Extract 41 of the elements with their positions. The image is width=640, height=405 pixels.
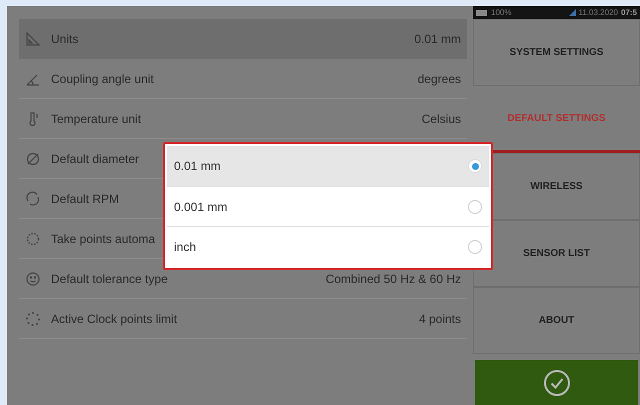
clock-dots-icon <box>25 310 41 326</box>
setting-label: Take points automa <box>51 230 156 248</box>
setting-label: Coupling angle unit <box>51 70 154 88</box>
check-circle-icon <box>542 368 570 396</box>
setting-value: 0.01 mm <box>414 31 461 48</box>
setting-label: Default tolerance type <box>51 270 168 288</box>
dropdown-option[interactable]: 0.01 mm <box>167 146 489 186</box>
radio-button[interactable] <box>468 200 482 214</box>
signal-icon <box>568 9 576 16</box>
setting-label: Default RPM <box>51 190 120 208</box>
status-date: 11.03.2020 <box>578 6 618 18</box>
battery-level: 100% <box>491 6 512 18</box>
setting-row[interactable]: Units 0.01 mm <box>19 19 467 59</box>
radio-button[interactable] <box>468 240 482 254</box>
setting-label: Temperature unit <box>51 110 142 128</box>
ruler-triangle-icon <box>25 31 41 47</box>
option-label: inch <box>174 238 196 256</box>
confirm-button[interactable] <box>475 360 638 405</box>
option-label: 0.001 mm <box>174 198 228 216</box>
setting-value: Combined 50 Hz & 60 Hz <box>326 270 461 288</box>
setting-label: Units <box>51 31 78 48</box>
setting-row[interactable]: Temperature unit Celsius <box>19 99 467 139</box>
option-label: 0.01 mm <box>174 158 221 175</box>
nav-tab[interactable]: SYSTEM SETTINGS <box>473 19 640 86</box>
smiley-icon <box>25 270 41 286</box>
nav-tab[interactable]: ABOUT <box>473 287 640 354</box>
dotted-circle-icon <box>25 230 41 246</box>
setting-value: degrees <box>418 70 461 88</box>
radio-button[interactable] <box>468 159 482 173</box>
setting-value: Celsius <box>422 110 461 128</box>
setting-row[interactable]: Active Clock points limit 4 points <box>19 299 467 339</box>
dropdown-option[interactable]: 0.001 mm <box>167 186 489 226</box>
dropdown-option[interactable]: inch <box>167 226 489 266</box>
status-time: 07:5 <box>620 6 637 18</box>
rotation-icon <box>25 190 41 206</box>
setting-label: Default diameter <box>51 150 140 168</box>
setting-value: 4 points <box>418 310 461 328</box>
setting-label: Active Clock points limit <box>51 310 178 328</box>
battery-icon <box>476 10 488 16</box>
setting-row[interactable]: Coupling angle unit degrees <box>19 59 467 99</box>
diameter-icon <box>25 150 41 166</box>
